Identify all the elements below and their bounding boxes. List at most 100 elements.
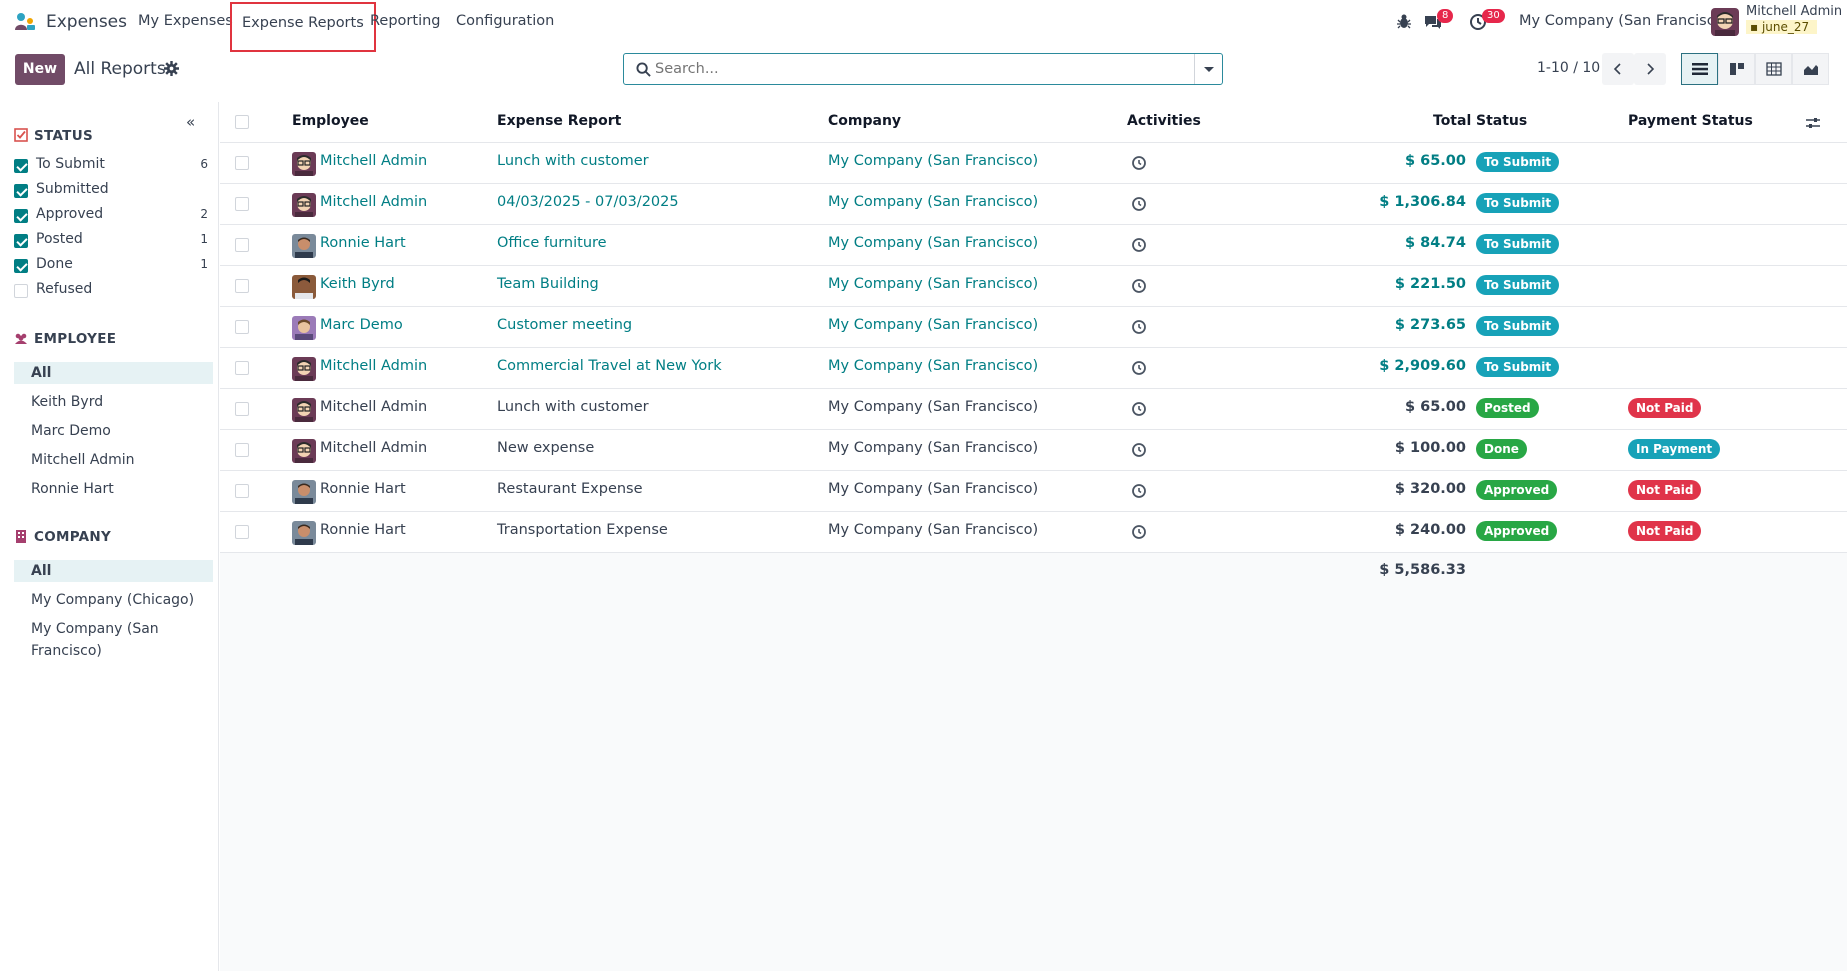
company-filter-all[interactable]: All [14,560,213,582]
pager-value[interactable]: 1-10 / 10 [1537,60,1600,76]
table-row[interactable]: Mitchell Admin New expense My Company (San… [220,430,1847,471]
new-button[interactable]: New [15,54,65,85]
expense-report-name[interactable]: Transportation Expense [497,522,668,538]
expense-report-name[interactable]: 04/03/2025 - 07/03/2025 [497,194,679,210]
company-filter-chicago[interactable]: My Company (Chicago) [14,589,213,611]
employee-name[interactable]: Ronnie Hart [320,481,406,497]
expense-report-name[interactable]: Commercial Travel at New York [497,358,722,374]
table-row[interactable]: Ronnie Hart Restaurant Expense My Company … [220,471,1847,512]
employee-name[interactable]: Mitchell Admin [320,358,427,374]
select-all-checkbox[interactable] [235,115,249,129]
employee-name[interactable]: Mitchell Admin [320,440,427,456]
checkbox[interactable] [14,234,28,248]
expense-report-name[interactable]: Restaurant Expense [497,481,643,497]
company-filter-san-francisco[interactable]: My Company (San Francisco) [14,618,213,659]
search-options-toggle[interactable] [1194,54,1222,84]
pivot-view-button[interactable] [1755,53,1792,85]
company-switcher[interactable]: My Company (San Francisco) [1519,13,1729,29]
collapse-sidebar-icon[interactable]: « [186,113,195,131]
column-header-total[interactable]: Total [1433,113,1471,129]
status-filter-posted[interactable]: Posted 1 [14,231,208,253]
activity-clock-icon[interactable] [1131,442,1147,458]
column-header-payment-status[interactable]: Payment Status [1628,113,1753,129]
menu-expense-reports[interactable]: Expense Reports [230,2,376,52]
company-name[interactable]: My Company (San Francisco) [828,440,1038,456]
column-header-activities[interactable]: Activities [1127,113,1201,129]
company-name[interactable]: My Company (San Francisco) [828,522,1038,538]
employee-name[interactable]: Marc Demo [320,317,403,333]
employee-filter-marc-demo[interactable]: Marc Demo [14,420,213,442]
activity-clock-icon[interactable] [1131,401,1147,417]
row-checkbox[interactable] [235,484,249,498]
activity-clock-icon[interactable] [1131,483,1147,499]
expense-report-name[interactable]: Customer meeting [497,317,632,333]
company-name[interactable]: My Company (San Francisco) [828,235,1038,251]
status-filter-refused[interactable]: Refused [14,281,208,303]
row-checkbox[interactable] [235,443,249,457]
row-checkbox[interactable] [235,197,249,211]
expense-report-name[interactable]: Lunch with customer [497,399,649,415]
pager-next-button[interactable] [1634,53,1666,85]
employee-filter-keith-byrd[interactable]: Keith Byrd [14,391,213,413]
company-name[interactable]: My Company (San Francisco) [828,399,1038,415]
table-row[interactable]: Ronnie Hart Transportation Expense My Comp… [220,512,1847,553]
company-name[interactable]: My Company (San Francisco) [828,358,1038,374]
table-row[interactable]: Mitchell Admin Lunch with customer My Comp… [220,143,1847,184]
row-checkbox[interactable] [235,525,249,539]
table-row[interactable]: Mitchell Admin Commercial Travel at New Y… [220,348,1847,389]
optional-columns-icon[interactable] [1805,115,1821,131]
expense-report-name[interactable]: Lunch with customer [497,153,649,169]
search-input[interactable] [655,58,1185,80]
row-checkbox[interactable] [235,320,249,334]
row-checkbox[interactable] [235,156,249,170]
activity-clock-icon[interactable] [1131,155,1147,171]
row-checkbox[interactable] [235,402,249,416]
expense-report-name[interactable]: Team Building [497,276,599,292]
activity-clock-icon[interactable] [1131,237,1147,253]
column-header-status[interactable]: Status [1476,113,1527,129]
pager-previous-button[interactable] [1602,53,1634,85]
company-name[interactable]: My Company (San Francisco) [828,276,1038,292]
column-header-employee[interactable]: Employee [292,113,369,129]
table-row[interactable]: Marc Demo Customer meeting My Company (San… [220,307,1847,348]
employee-filter-ronnie-hart[interactable]: Ronnie Hart [14,478,213,500]
row-checkbox[interactable] [235,238,249,252]
activity-clock-icon[interactable] [1131,360,1147,376]
app-name[interactable]: Expenses [46,12,127,32]
activity-clock-icon[interactable] [1131,196,1147,212]
employee-filter-mitchell-admin[interactable]: Mitchell Admin [14,449,213,471]
company-name[interactable]: My Company (San Francisco) [828,194,1038,210]
employee-name[interactable]: Keith Byrd [320,276,395,292]
checkbox[interactable] [14,284,28,298]
checkbox[interactable] [14,159,28,173]
employee-name[interactable]: Mitchell Admin [320,194,427,210]
company-name[interactable]: My Company (San Francisco) [828,153,1038,169]
activity-clock-icon[interactable] [1131,278,1147,294]
activity-clock-icon[interactable] [1131,319,1147,335]
menu-configuration[interactable]: Configuration [456,13,554,29]
column-header-company[interactable]: Company [828,113,901,129]
company-name[interactable]: My Company (San Francisco) [828,317,1038,333]
employee-name[interactable]: Mitchell Admin [320,399,427,415]
table-row[interactable]: Ronnie Hart Office furniture My Company (S… [220,225,1847,266]
checkbox[interactable] [14,184,28,198]
row-checkbox[interactable] [235,361,249,375]
checkbox[interactable] [14,259,28,273]
employee-name[interactable]: Mitchell Admin [320,153,427,169]
expense-report-name[interactable]: New expense [497,440,594,456]
row-checkbox[interactable] [235,279,249,293]
user-avatar[interactable] [1711,8,1739,36]
debug-bug-icon[interactable] [1394,12,1414,32]
status-filter-approved[interactable]: Approved 2 [14,206,208,228]
employee-filter-all[interactable]: All [14,362,213,384]
employee-name[interactable]: Ronnie Hart [320,522,406,538]
checkbox[interactable] [14,209,28,223]
activity-clock-icon[interactable] [1131,524,1147,540]
expense-report-name[interactable]: Office furniture [497,235,607,251]
column-header-expense-report[interactable]: Expense Report [497,113,621,129]
kanban-view-button[interactable] [1718,53,1755,85]
status-filter-submitted[interactable]: Submitted [14,181,208,203]
employee-name[interactable]: Ronnie Hart [320,235,406,251]
status-filter-done[interactable]: Done 1 [14,256,208,278]
table-row[interactable]: Mitchell Admin Lunch with customer My Comp… [220,389,1847,430]
